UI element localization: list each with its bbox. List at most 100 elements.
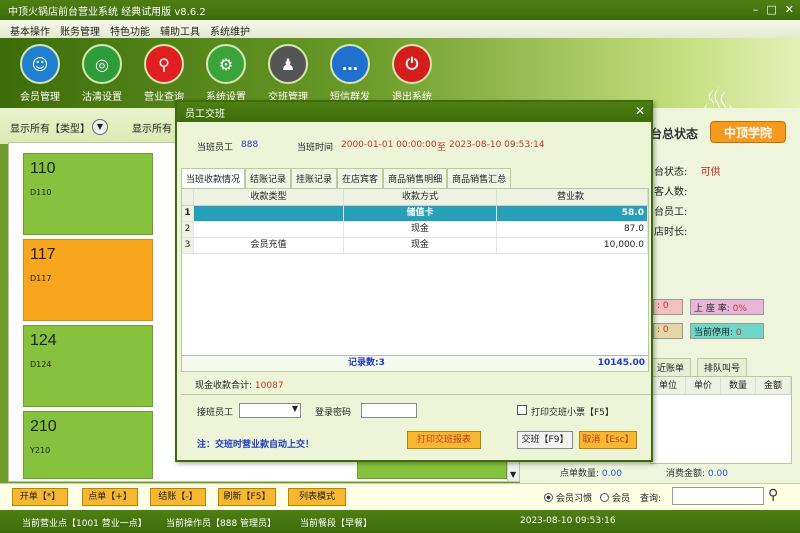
refresh-button[interactable]: 刷新【F5】 (218, 488, 276, 506)
time-to: 至 (437, 143, 447, 153)
cancel-button[interactable]: 取消【Esc】 (579, 431, 637, 449)
search-input[interactable] (672, 487, 764, 505)
order-grid: 单位 单价 数量 金额 (650, 376, 792, 464)
shift-handover-dialog: 员工交班 ✕ 当班员工 888 当班时间 2000-01-01 00:00:00… (175, 100, 653, 462)
tab-credit-records[interactable]: 挂账记录 (291, 168, 338, 188)
member-icon: ☺ (20, 44, 60, 84)
table-card[interactable]: 210 Y210 (23, 411, 153, 479)
status-label: 台状态: (654, 167, 688, 178)
close-icon[interactable]: ✕ (785, 3, 794, 16)
tab-guests-in-store[interactable]: 在店宾客 (337, 168, 384, 188)
menu-features[interactable]: 特色功能 (110, 23, 150, 38)
table-number: 210 (30, 418, 57, 435)
member-button[interactable]: ☺ 会员管理 (10, 44, 70, 103)
panel-footer: 点单数量: 0.00 消费金额: 0.00 (560, 466, 728, 479)
dialog-titlebar: 员工交班 ✕ (177, 102, 651, 122)
print-report-button[interactable]: 打印交班报表 (407, 431, 481, 449)
menu-bar: 基本操作 账务管理 特色功能 辅助工具 系统维护 (0, 20, 800, 38)
search-label: 查询: (640, 494, 662, 504)
table-row[interactable]: 1 储值卡 58.0 (182, 206, 648, 222)
settings-button[interactable]: ⚙ 系统设置 (196, 44, 256, 103)
status-datetime: 2023-08-10 09:53:16 (520, 516, 616, 526)
table-card[interactable]: 110 D110 (23, 153, 153, 235)
table-card[interactable]: 124 D124 (23, 325, 153, 407)
status-meal: 当前餐段【早餐】 (300, 519, 373, 529)
plate-icon: ◎ (82, 44, 122, 84)
cash-total: 现金收款合计: 10087 (195, 378, 284, 391)
table-row[interactable]: 3 会员充值 现金 10,000.0 (182, 238, 648, 254)
stat-box-c: : 0 (653, 323, 683, 339)
sms-button[interactable]: … 短信群发 (320, 44, 380, 103)
receipts-grid: 收款类型 收款方式 营业款 1 储值卡 58.0 2 现金 87.0 3 会员充… (181, 188, 649, 372)
shift-manage-button[interactable]: ♟ 交班管理 (258, 44, 318, 103)
tab-sales-detail[interactable]: 商品销售明细 (383, 168, 448, 188)
radio-member-habit[interactable]: 会员习惯 (544, 491, 592, 504)
chevron-down-icon[interactable]: ▼ (92, 119, 108, 135)
tab-shift-receipts[interactable]: 当班收款情况 (181, 168, 246, 188)
table-number: 124 (30, 332, 57, 349)
scroll-down-icon[interactable]: ▼ (510, 470, 516, 479)
tab-checkout-records[interactable]: 结账记录 (245, 168, 292, 188)
chevron-down-icon: ▼ (291, 404, 298, 413)
staff-value: 888 (241, 140, 259, 150)
password-field[interactable] (361, 403, 417, 418)
open-table-button[interactable]: 开单【*】 (12, 488, 68, 506)
tab-sales-summary[interactable]: 商品销售汇总 (447, 168, 512, 188)
print-ticket-label: 打印交班小票【F5】 (531, 408, 614, 418)
cash-value: 10087 (254, 381, 284, 391)
tab-queue[interactable]: 排队叫号 (697, 358, 748, 377)
guests-label: 客人数: (654, 187, 688, 198)
cell-type (194, 222, 344, 237)
people-icon: ♟ (268, 44, 308, 84)
menu-basic[interactable]: 基本操作 (10, 23, 50, 38)
region-filter-label[interactable]: 显示所有 (132, 120, 172, 135)
window-controls: – □ ✕ (753, 3, 794, 16)
query-button[interactable]: ⚲ 营业查询 (134, 44, 194, 103)
minimize-icon[interactable]: – (753, 3, 759, 16)
amount-label: 消费金额: (665, 469, 706, 479)
order-button[interactable]: 点单【+】 (82, 488, 138, 506)
occupancy-label: 上 座 率: (694, 304, 730, 314)
maximize-icon[interactable]: □ (766, 3, 776, 16)
radio-member[interactable]: 会员 (600, 491, 630, 504)
panel-tabs: 近账单 排队叫号 (650, 358, 748, 377)
column-header: 收款类型 (194, 189, 344, 205)
menu-tools[interactable]: 辅助工具 (160, 23, 200, 38)
stat-box-a: : 0 (653, 299, 683, 315)
tab-recent-bills[interactable]: 近账单 (650, 358, 692, 377)
password-label: 登录密码 (315, 408, 352, 418)
close-icon[interactable]: ✕ (635, 104, 645, 118)
list-mode-button[interactable]: 列表模式 (288, 488, 346, 506)
table-code: D117 (30, 274, 52, 283)
status-operator: 当前操作员【888 管理员】 (166, 519, 277, 529)
disabled-value: 0 (735, 328, 742, 338)
menu-maintenance[interactable]: 系统维护 (210, 23, 250, 38)
search-icon[interactable]: ⚲ (768, 487, 778, 503)
table-card[interactable]: 117 D117 (23, 239, 153, 321)
soldout-button[interactable]: ◎ 沽清设置 (72, 44, 132, 103)
table-row[interactable]: 2 现金 87.0 (182, 222, 648, 238)
grand-total: 10145.00 (597, 358, 645, 368)
cell-amount: 10,000.0 (497, 238, 648, 253)
status-point: 当前营业点【1001 营业一点】 (22, 519, 147, 529)
shift-button[interactable]: 交班【F9】 (517, 431, 573, 449)
print-ticket-checkbox[interactable] (517, 405, 527, 415)
time-end: 2023-08-10 09:53:14 (449, 140, 545, 150)
column-header: 营业款 (497, 189, 648, 205)
receiver-label: 接班员工 (197, 408, 234, 418)
grid-header: 收款类型 收款方式 营业款 (182, 189, 648, 206)
window-title: 中顶火锅店前台营业系统 经典试用版 v8.6.2 (8, 7, 206, 18)
receiver-select[interactable]: ▼ (239, 403, 301, 418)
shift-info: 当班员工 888 当班时间 2000-01-01 00:00:00 至 2023… (181, 126, 651, 166)
table-number: 117 (30, 246, 56, 263)
message-icon: … (330, 44, 370, 84)
exit-button[interactable]: ⏻ 退出系统 (382, 44, 442, 103)
disabled-label: 当前停用: (694, 328, 734, 338)
menu-accounts[interactable]: 账务管理 (60, 23, 100, 38)
column-header: 单价 (686, 377, 721, 394)
duration-label: 店时长: (654, 227, 688, 238)
amount-value: 0.00 (707, 469, 728, 479)
cell-type: 会员充值 (194, 238, 344, 253)
checkout-button[interactable]: 结账【-】 (150, 488, 206, 506)
brand-badge[interactable]: 中顶学院 (710, 121, 786, 143)
